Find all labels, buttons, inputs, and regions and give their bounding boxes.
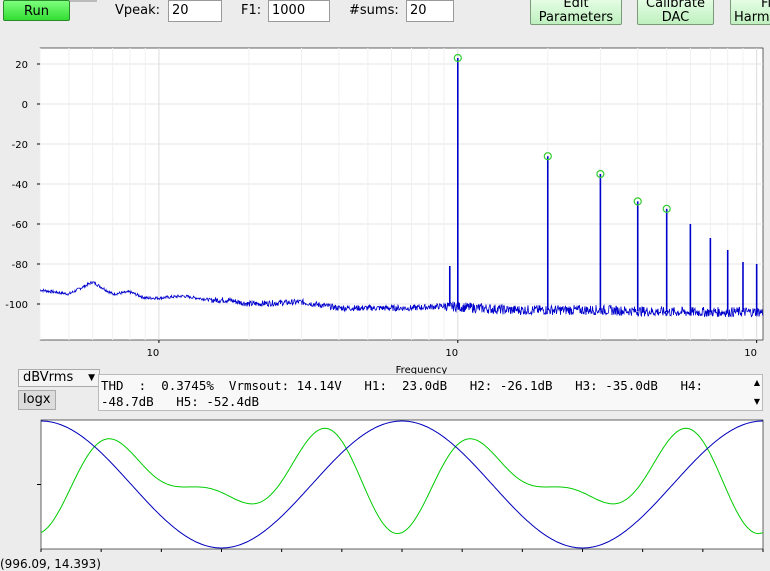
y-tick-label: -20 [12,140,28,151]
results-line-1: THD : 0.3745% Vrmsout: 14.14V H1: 23.0dB… [101,378,704,393]
y-tick-label: -60 [12,220,28,231]
calibrate-dac-button[interactable]: Calibrate DAC [637,0,714,25]
scroll-up-icon[interactable]: ▲ [754,378,760,387]
units-select[interactable]: dBVrms ▼ [18,369,100,387]
y-tick-label: 0 [22,100,28,111]
waveform-chart[interactable] [0,415,770,560]
waveform-plot-area [40,419,764,550]
harmonics-label-2: Harm [734,10,770,25]
plot-area [39,47,764,341]
status-coords: (996.09, 14.393) [0,557,101,571]
results-text-box[interactable]: THD : 0.3745% Vrmsout: 14.14V H1: 23.0dB… [98,374,763,411]
y-tick-label: -40 [12,180,28,191]
calibrate-dac-label-2: DAC [661,10,690,25]
toolbar-button-partial[interactable] [70,0,97,2]
y-tick-label: -80 [12,260,28,271]
x-tick-label: 10 [147,348,160,359]
f1-label: F1: [241,3,262,18]
y-tick-label: -100 [5,300,28,311]
f1-input[interactable]: 1000 [268,0,330,22]
vpeak-label: Vpeak: [115,3,161,18]
x-tick-label: 10 [445,348,458,359]
chevron-down-icon: ▼ [88,373,95,383]
sums-input[interactable]: 20 [406,0,454,22]
units-select-value: dBVrms [23,370,74,385]
run-button[interactable]: Run [3,0,70,21]
edit-parameters-button[interactable]: Edit Parameters [530,0,622,25]
scroll-down-icon[interactable]: ▼ [754,397,760,406]
y-tick-label: 20 [15,60,28,71]
x-tick-label: 10 [744,348,757,359]
sums-label: #sums: [349,3,399,18]
harmonics-button[interactable]: Fi Harm [730,0,770,25]
edit-parameters-label-2: Parameters [538,10,614,25]
spectrum-chart[interactable]: 200-20-40-60-80-100102103104Frequency [0,30,770,375]
logx-button[interactable]: logx [18,390,56,410]
vpeak-input[interactable]: 20 [168,0,222,22]
results-line-2: -48.7dB H5: -52.4dB [101,394,260,409]
